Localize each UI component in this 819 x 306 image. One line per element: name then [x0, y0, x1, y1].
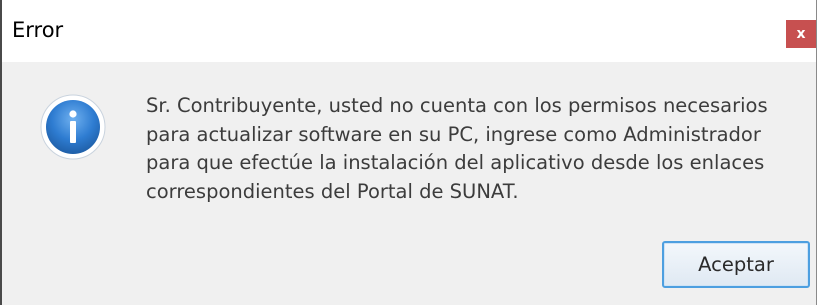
message-line: para que efectúe la instalación del apli…	[146, 151, 765, 175]
close-icon: x	[796, 26, 806, 42]
message-line: para actualizar software en su PC, ingre…	[146, 122, 761, 146]
error-message: Sr. Contribuyente, usted no cuenta con l…	[146, 92, 806, 207]
info-icon	[40, 94, 106, 160]
accept-button[interactable]: Aceptar	[662, 241, 810, 288]
error-dialog-window: Error x Sr. Contribuyente, usted no cuen…	[0, 0, 817, 305]
dialog-content: Sr. Contribuyente, usted no cuenta con l…	[2, 62, 816, 305]
message-line: correspondientes del Portal de SUNAT.	[146, 180, 519, 204]
close-button[interactable]: x	[786, 20, 816, 48]
message-line: Sr. Contribuyente, usted no cuenta con l…	[146, 94, 768, 117]
title-bar[interactable]: Error x	[2, 0, 816, 62]
window-title: Error	[12, 18, 64, 42]
